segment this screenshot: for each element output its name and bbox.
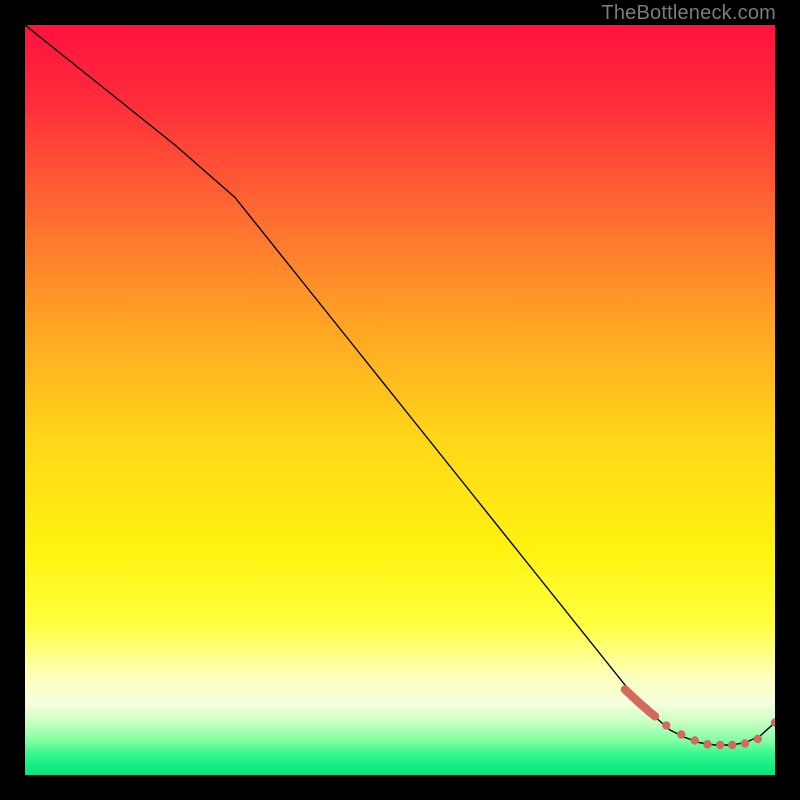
marker-dot — [754, 735, 762, 743]
marker-dot — [662, 721, 670, 729]
chart-frame: TheBottleneck.com — [0, 0, 800, 800]
marker-dot — [677, 730, 685, 738]
chart-plot-area — [25, 25, 775, 775]
chart-svg — [25, 25, 775, 775]
marker-dot — [634, 697, 642, 705]
marker-dot — [646, 708, 654, 716]
marker-dot — [741, 739, 749, 747]
marker-dot — [691, 736, 699, 744]
marker-dot — [703, 740, 711, 748]
marker-dot — [716, 741, 724, 749]
watermark-text: TheBottleneck.com — [601, 2, 776, 25]
gradient-background — [25, 25, 775, 775]
marker-dot — [728, 741, 736, 749]
marker-dot — [621, 685, 629, 693]
